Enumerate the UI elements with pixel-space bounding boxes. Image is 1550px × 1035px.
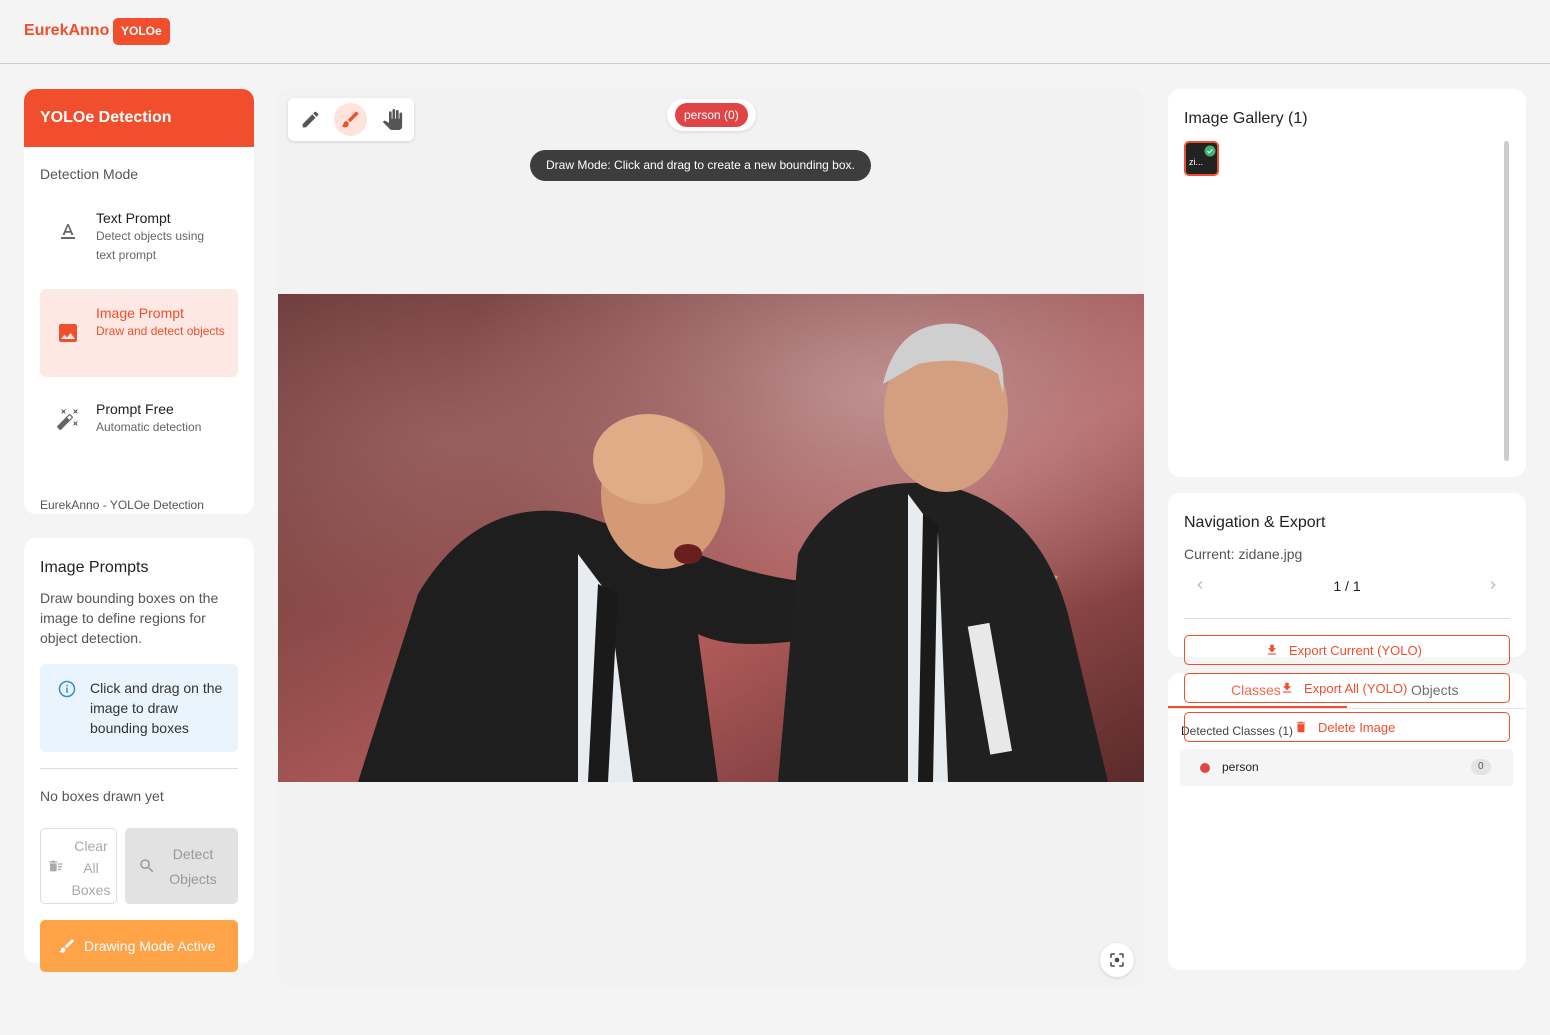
draw-tool-button[interactable] xyxy=(334,103,367,136)
draw-mode-hint: Draw Mode: Click and drag to create a ne… xyxy=(530,150,871,181)
export-all-button[interactable]: Export All (YOLO) xyxy=(1184,673,1510,703)
brush-icon xyxy=(341,111,359,128)
image-icon xyxy=(59,324,77,342)
mode-text-prompt[interactable]: Text Prompt Detect objects using text pr… xyxy=(40,197,238,269)
chevron-right-icon[interactable] xyxy=(1485,577,1501,593)
magic-wand-icon xyxy=(56,409,78,431)
brand-badge: YOLOe xyxy=(113,18,170,45)
gallery-scrollbar[interactable] xyxy=(1504,141,1509,461)
gallery-thumbnail[interactable]: zi... xyxy=(1184,141,1219,176)
class-row[interactable]: person 0 xyxy=(1180,749,1513,786)
export-current-button[interactable]: Export Current (YOLO) xyxy=(1184,635,1510,665)
class-chip-person[interactable]: person (0) xyxy=(675,103,748,127)
gallery-title: Image Gallery (1) xyxy=(1184,110,1308,127)
image-counter: 1 / 1 xyxy=(1333,578,1361,594)
detection-footer: EurekAnno - YOLOe Detection xyxy=(40,498,204,512)
download-icon xyxy=(1282,682,1292,693)
navigation-export-card: Navigation & Export Current: zidane.jpg … xyxy=(1168,493,1526,657)
detect-objects-button[interactable]: Detect Objects xyxy=(125,828,238,904)
current-file: Current: zidane.jpg xyxy=(1184,546,1303,562)
edit-tool-button[interactable] xyxy=(294,103,327,136)
detect-label: Detect Objects xyxy=(169,846,217,887)
mode-desc: Draw and detect objects xyxy=(96,324,225,338)
info-text: Click and drag on the image to draw boun… xyxy=(90,680,223,736)
mode-title: Prompt Free xyxy=(96,401,174,417)
mode-title: Text Prompt xyxy=(96,210,171,226)
canvas-toolbar xyxy=(288,98,414,141)
export-all-label: Export All (YOLO) xyxy=(1304,681,1408,696)
text-format-icon xyxy=(61,224,75,239)
image-prompts-description: Draw bounding boxes on the image to defi… xyxy=(40,590,219,646)
pencil-icon xyxy=(302,111,319,128)
class-count-badge: 0 xyxy=(1471,759,1491,775)
download-icon xyxy=(1267,644,1277,655)
pan-tool-button[interactable] xyxy=(376,103,409,136)
detection-card: YOLOe Detection Detection Mode Text Prom… xyxy=(24,89,254,514)
top-bar: EurekAnno YOLOe xyxy=(0,0,1550,64)
drawing-label: Drawing Mode Active xyxy=(84,938,216,954)
class-color-dot xyxy=(1200,763,1210,773)
fit-view-button[interactable] xyxy=(1100,943,1134,977)
export-current-label: Export Current (YOLO) xyxy=(1289,643,1422,658)
delete-image-label: Delete Image xyxy=(1318,720,1396,735)
navigation-title: Navigation & Export xyxy=(1184,514,1326,531)
clear-list-icon xyxy=(49,860,63,872)
boxes-empty-text: No boxes drawn yet xyxy=(40,788,164,804)
trash-icon xyxy=(1296,721,1306,733)
annotation-canvas[interactable]: person (0) Draw Mode: Click and drag to … xyxy=(278,89,1144,987)
drawing-mode-button[interactable]: Drawing Mode Active xyxy=(40,920,238,972)
divider xyxy=(40,768,238,769)
annotation-image[interactable] xyxy=(278,294,1144,782)
thumbnail-label: zi... xyxy=(1189,157,1204,167)
center-focus-icon xyxy=(1110,953,1124,967)
mode-prompt-free[interactable]: Prompt Free Automatic detection xyxy=(40,389,238,449)
detection-header: YOLOe Detection xyxy=(24,89,254,147)
check-circle-icon xyxy=(1204,145,1216,157)
class-name: person xyxy=(1222,760,1259,774)
delete-image-button[interactable]: Delete Image xyxy=(1184,712,1510,742)
image-prompts-card: Image Prompts Draw bounding boxes on the… xyxy=(24,538,254,972)
mode-desc: Automatic detection xyxy=(96,420,202,434)
search-icon xyxy=(140,859,154,873)
info-icon xyxy=(58,680,76,698)
clear-label: Clear All Boxes xyxy=(71,838,111,898)
photo-illustration xyxy=(278,294,1144,782)
hand-icon xyxy=(382,109,403,130)
brand-name: EurekAnno xyxy=(24,22,110,39)
detection-mode-label: Detection Mode xyxy=(40,166,139,182)
image-gallery-card: Image Gallery (1) zi... xyxy=(1168,89,1526,477)
clear-all-boxes-button[interactable]: Clear All Boxes xyxy=(40,828,117,904)
image-prompts-title: Image Prompts xyxy=(40,559,149,576)
mode-image-prompt[interactable]: Image Prompt Draw and detect objects xyxy=(40,289,238,377)
mode-title: Image Prompt xyxy=(96,305,184,321)
active-tab-indicator xyxy=(1168,706,1347,708)
mode-desc: Detect objects using text prompt xyxy=(96,229,205,262)
divider xyxy=(1184,618,1510,619)
brush-icon xyxy=(59,939,74,953)
info-alert: Click and drag on the image to draw boun… xyxy=(40,664,238,752)
class-selector: person (0) xyxy=(667,99,756,131)
